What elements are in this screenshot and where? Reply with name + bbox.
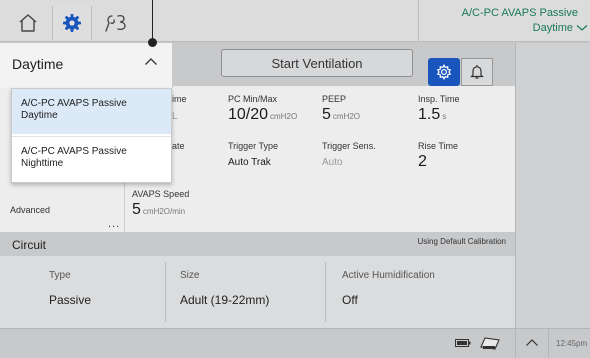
trigger-sens-label: Trigger Sens. xyxy=(322,141,376,151)
period-dropdown-list: A/C-PC AVAPS Passive Daytime A/C-PC AVAP… xyxy=(11,88,172,183)
trigger-type-label: Trigger Type xyxy=(228,141,279,151)
status-divider xyxy=(515,328,516,358)
sd-card-icon xyxy=(480,337,500,350)
more-icon[interactable]: ... xyxy=(108,218,120,230)
gear-icon xyxy=(63,14,81,32)
status-divider xyxy=(548,328,549,358)
current-mode-period[interactable]: Daytime xyxy=(533,22,588,34)
calibration-status: Using Default Calibration xyxy=(417,237,507,246)
humidification-value[interactable]: Off xyxy=(342,293,358,307)
avaps-speed-label: AVAPS Speed xyxy=(132,189,190,199)
param-value-partial-ime: L xyxy=(172,111,178,122)
battery-icon xyxy=(455,339,471,347)
rise-time-value[interactable]: 2 xyxy=(418,153,427,171)
advanced-label: Advanced xyxy=(10,205,51,215)
trigger-type-value[interactable]: Auto Trak xyxy=(228,157,271,168)
right-panel xyxy=(515,43,590,328)
chevron-down-icon xyxy=(576,25,588,31)
alarms-view-button[interactable] xyxy=(461,58,493,86)
circuit-type-label: Type xyxy=(49,270,71,281)
option-period: Daytime xyxy=(21,110,58,121)
insp-time-number: 1.5 xyxy=(418,106,441,123)
period-dropdown-label: Daytime xyxy=(12,56,64,72)
circuit-size-value[interactable]: Adult (19-22mm) xyxy=(180,293,269,307)
current-mode-name[interactable]: A/C-PC AVAPS Passive xyxy=(462,7,578,19)
circuit-divider xyxy=(325,262,326,322)
avaps-speed-value[interactable]: 5 cmH2O/min xyxy=(132,201,185,219)
topbar-divider xyxy=(418,0,419,42)
home-icon xyxy=(19,14,37,32)
status-bar xyxy=(0,328,590,358)
circuit-panel xyxy=(0,256,515,328)
rise-time-label: Rise Time xyxy=(418,141,459,151)
avaps-speed-unit: cmH2O/min xyxy=(142,207,186,216)
annotation-pointer-dot xyxy=(148,38,157,47)
peep-value[interactable]: 5 cmH2O xyxy=(322,106,360,124)
dropdown-option-nighttime[interactable]: A/C-PC AVAPS Passive Nighttime xyxy=(12,136,171,181)
pc-minmax-number: 10/20 xyxy=(228,106,269,123)
pc-minmax-value[interactable]: 10/20 cmH2O xyxy=(228,106,297,124)
peep-label: PEEP xyxy=(322,94,347,104)
annotation-pointer-line xyxy=(152,0,153,42)
circuit-divider xyxy=(165,262,166,322)
pc-minmax-unit: cmH2O xyxy=(270,112,298,121)
chevron-up-icon xyxy=(145,58,157,65)
param-label-partial-ime: ime xyxy=(172,94,187,104)
circuit-type-value[interactable]: Passive xyxy=(49,293,91,307)
circuit-size-label: Size xyxy=(180,270,200,281)
param-label-partial-ate: ate xyxy=(172,141,185,151)
option-mode: A/C-PC AVAPS Passive xyxy=(21,146,127,157)
settings-tab[interactable] xyxy=(52,6,92,40)
clock-time: 12:45pm xyxy=(556,339,588,348)
trigger-sens-value[interactable]: Auto xyxy=(322,157,343,168)
tools-icon xyxy=(105,14,126,32)
insp-time-label: Insp. Time xyxy=(418,94,460,104)
pc-minmax-label: PC Min/Max xyxy=(228,94,278,104)
tools-tab[interactable] xyxy=(96,6,136,40)
current-mode-period-label: Daytime xyxy=(532,22,573,34)
peep-number: 5 xyxy=(322,106,331,123)
avaps-speed-number: 5 xyxy=(132,201,141,218)
insp-time-unit: s xyxy=(442,112,447,121)
gear-icon xyxy=(436,64,452,80)
start-ventilation-button[interactable]: Start Ventilation xyxy=(221,49,413,77)
humidification-label: Active Humidification xyxy=(342,270,435,281)
option-mode: A/C-PC AVAPS Passive xyxy=(21,98,127,109)
insp-time-value[interactable]: 1.5 s xyxy=(418,106,446,124)
option-period: Nighttime xyxy=(21,158,64,169)
peep-unit: cmH2O xyxy=(332,112,361,121)
circuit-title: Circuit xyxy=(12,238,47,252)
bell-icon xyxy=(470,65,484,79)
home-tab[interactable] xyxy=(8,6,48,40)
chevron-up-icon[interactable] xyxy=(525,338,539,347)
settings-view-button[interactable] xyxy=(428,58,460,86)
dropdown-option-daytime[interactable]: A/C-PC AVAPS Passive Daytime xyxy=(12,89,171,134)
